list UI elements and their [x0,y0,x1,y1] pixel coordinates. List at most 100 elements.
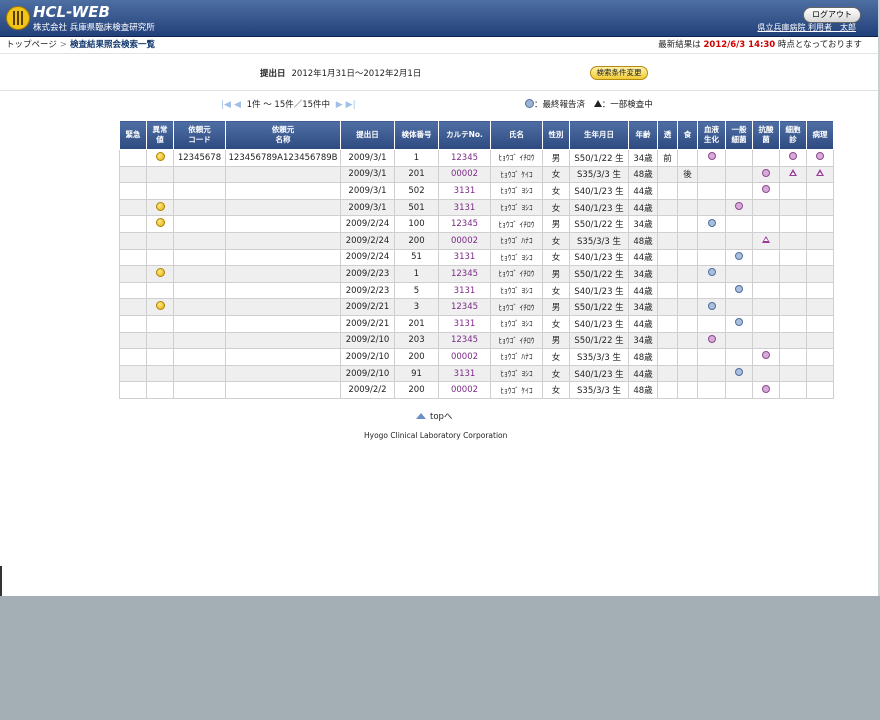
sex-cell: 女 [542,182,570,200]
first-page-icon[interactable]: |◀ [221,100,231,110]
karte-link[interactable]: 00002 [451,352,478,362]
karte-link[interactable]: 00002 [451,385,478,395]
user-info-link[interactable]: 県立兵庫病院 利用者 太郎 [757,22,856,33]
abnormal-cell [146,381,174,399]
urgent-cell [119,265,147,283]
sex-cell: 女 [542,348,570,366]
hcl-logo-icon [6,6,30,30]
karte-link[interactable]: 3131 [454,286,476,296]
abnormal-cell [146,198,174,217]
table-row[interactable]: 2009/2/10 200 00002 ﾋｮｳｺﾞ ﾊﾅｺ女 S35/3/3 生 48歳 [119,348,834,366]
karte-cell[interactable]: 3131 [438,182,491,200]
client-code-cell [173,298,226,316]
karte-link[interactable]: 12345 [451,269,478,279]
karte-link[interactable]: 3131 [454,369,476,379]
karte-cell[interactable]: 12345 [438,215,491,233]
karte-cell[interactable]: 12345 [438,149,491,167]
logout-button[interactable]: ログアウト [803,7,861,23]
table-row[interactable]: 2009/2/23 5 3131 ﾋｮｳｺﾞ ﾖｼｺ女 S40/1/23 生 44歳 [119,281,834,300]
table-row[interactable]: 2009/2/10 203 12345 ﾋｮｳｺﾞ ｲﾁﾛｳ男 S50/1/22 生 34… [119,331,834,350]
final-result-icon[interactable] [762,185,770,194]
client-name-cell [225,364,341,383]
table-row[interactable]: 2009/2/24 51 3131 ﾋｮｳｺﾞ ﾖｼｺ女 S40/1/23 生 44歳 [119,248,834,267]
karte-cell[interactable]: 12345 [438,298,491,316]
karte-cell[interactable]: 3131 [438,364,491,383]
karte-link[interactable]: 3131 [454,319,476,329]
karte-cell[interactable]: 00002 [438,231,491,250]
date-cell: 2009/3/1 [340,182,395,200]
final-result-icon[interactable] [789,152,797,161]
karte-cell[interactable]: 12345 [438,331,491,350]
specimen-cell: 1 [394,265,439,283]
final-result-icon[interactable] [707,334,716,343]
karte-cell[interactable]: 3131 [438,314,491,333]
dob-cell: S40/1/23 生 [569,281,629,300]
karte-link[interactable]: 12345 [451,153,478,163]
client-name-cell [225,281,341,300]
karte-link[interactable]: 3131 [454,203,476,213]
final-result-icon[interactable] [707,301,716,310]
karte-cell[interactable]: 12345 [438,265,491,283]
biochem-cell [697,182,726,200]
change-condition-button[interactable]: 検索条件変更 [590,66,648,80]
patient-name-cell: ﾋｮｳｺﾞ ﾖｼｺ [490,314,543,333]
final-result-icon[interactable] [707,152,716,161]
meal-cell: 後 [677,165,698,184]
specimen-cell: 200 [394,231,439,250]
final-result-icon[interactable] [735,251,743,260]
abnormal-cell [146,314,174,333]
table-row[interactable]: 2009/3/1 201 00002 ﾋｮｳｺﾞ ｹｲｺ女 S35/3/3 生 48歳後 [119,165,834,184]
final-result-icon[interactable] [735,285,743,294]
afb-cell [752,348,780,366]
partial-result-icon[interactable] [816,169,824,177]
table-row[interactable]: 2009/2/24 100 12345 ﾋｮｳｺﾞ ｲﾁﾛｳ男 S50/1/22 生 34… [119,215,834,233]
final-result-icon[interactable] [735,202,743,211]
partial-result-icon[interactable] [789,169,797,177]
final-result-icon[interactable] [735,368,743,377]
table-row[interactable]: 2009/3/1 502 3131 ﾋｮｳｺﾞ ﾖｼｺ女 S40/1/23 生 44歳 [119,182,834,200]
table-row[interactable]: 2009/2/24 200 00002 ﾋｮｳｺﾞ ﾊﾅｺ女 S35/3/3 生 48歳 [119,231,834,250]
final-result-icon[interactable] [707,218,716,227]
karte-cell[interactable]: 3131 [438,248,491,267]
table-row[interactable]: 12345678 123456789A123456789B 2009/3/1 1 123… [119,149,834,167]
legend-final: ：最終報告済 [534,100,586,110]
last-page-icon[interactable]: ▶| [346,100,356,110]
final-result-icon[interactable] [735,318,743,327]
meal-cell [677,281,698,300]
table-row[interactable]: 2009/3/1 501 3131 ﾋｮｳｺﾞ ﾖｼｺ女 S40/1/23 生 44歳 [119,198,834,217]
table-row[interactable]: 2009/2/21 3 12345 ﾋｮｳｺﾞ ｲﾁﾛｳ男 S50/1/22 生 34歳 [119,298,834,316]
karte-cell[interactable]: 00002 [438,381,491,399]
table-row[interactable]: 2009/2/23 1 12345 ﾋｮｳｺﾞ ｲﾁﾛｳ男 S50/1/22 生 34歳 [119,265,834,283]
column-header-label: コード [188,135,211,144]
final-result-icon[interactable] [762,351,770,360]
final-result-icon[interactable] [816,152,824,161]
table-row[interactable]: 2009/2/10 91 3131 ﾋｮｳｺﾞ ﾖｼｺ女 S40/1/23 生 44歳 [119,364,834,383]
specimen-cell: 5 [394,281,439,300]
final-result-icon[interactable] [762,384,770,393]
karte-link[interactable]: 12345 [451,335,478,345]
column-header: 異常値 [146,120,174,150]
karte-cell[interactable]: 00002 [438,165,491,184]
final-result-icon[interactable] [762,168,770,177]
abnormal-cell [146,215,174,233]
prev-page-icon[interactable]: ◀ [234,100,241,110]
back-to-top-link[interactable]: topへ [416,410,452,422]
karte-link[interactable]: 12345 [451,219,478,229]
partial-result-icon[interactable] [762,235,770,243]
table-row[interactable]: 2009/2/21 201 3131 ﾋｮｳｺﾞ ﾖｼｺ女 S40/1/23 生 44歳 [119,314,834,333]
client-name-cell [225,248,341,267]
final-result-icon[interactable] [707,268,716,277]
pathology-cell [806,198,834,217]
karte-link[interactable]: 00002 [451,169,478,179]
karte-link[interactable]: 3131 [454,186,476,196]
karte-link[interactable]: 00002 [451,236,478,246]
karte-link[interactable]: 3131 [454,252,476,262]
next-page-icon[interactable]: ▶ [336,100,343,110]
karte-cell[interactable]: 3131 [438,281,491,300]
karte-cell[interactable]: 00002 [438,348,491,366]
breadcrumb-home-link[interactable]: トップページ [6,40,57,50]
specimen-cell: 203 [394,331,439,350]
table-row[interactable]: 2009/2/2 200 00002 ﾋｮｳｺﾞ ｹｲｺ女 S35/3/3 生 48歳 [119,381,834,399]
karte-cell[interactable]: 3131 [438,198,491,217]
karte-link[interactable]: 12345 [451,302,478,312]
